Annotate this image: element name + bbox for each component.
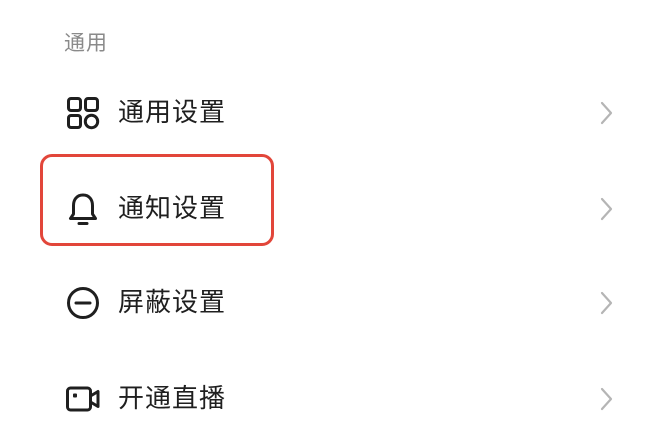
grid-apps-icon bbox=[64, 94, 102, 132]
menu-item-start-live[interactable]: 开通直播 bbox=[0, 358, 668, 438]
bell-icon bbox=[64, 190, 102, 228]
menu-item-notification-settings[interactable]: 通知设置 bbox=[0, 168, 668, 248]
menu-item-label: 屏蔽设置 bbox=[118, 288, 227, 318]
menu-item-general-settings[interactable]: 通用设置 bbox=[0, 72, 668, 152]
chevron-right-icon bbox=[596, 196, 616, 222]
menu-item-label: 通知设置 bbox=[118, 194, 227, 224]
chevron-right-icon bbox=[596, 290, 616, 316]
block-circle-icon bbox=[64, 284, 102, 322]
video-camera-icon bbox=[64, 380, 102, 418]
chevron-right-icon bbox=[596, 386, 616, 412]
menu-item-label: 开通直播 bbox=[118, 384, 227, 414]
chevron-right-icon bbox=[596, 100, 616, 126]
settings-menu: 通用设置 通知设置 屏蔽设置 开通直播 bbox=[0, 0, 668, 438]
menu-item-label: 通用设置 bbox=[118, 98, 227, 128]
menu-item-block-settings[interactable]: 屏蔽设置 bbox=[0, 262, 668, 342]
